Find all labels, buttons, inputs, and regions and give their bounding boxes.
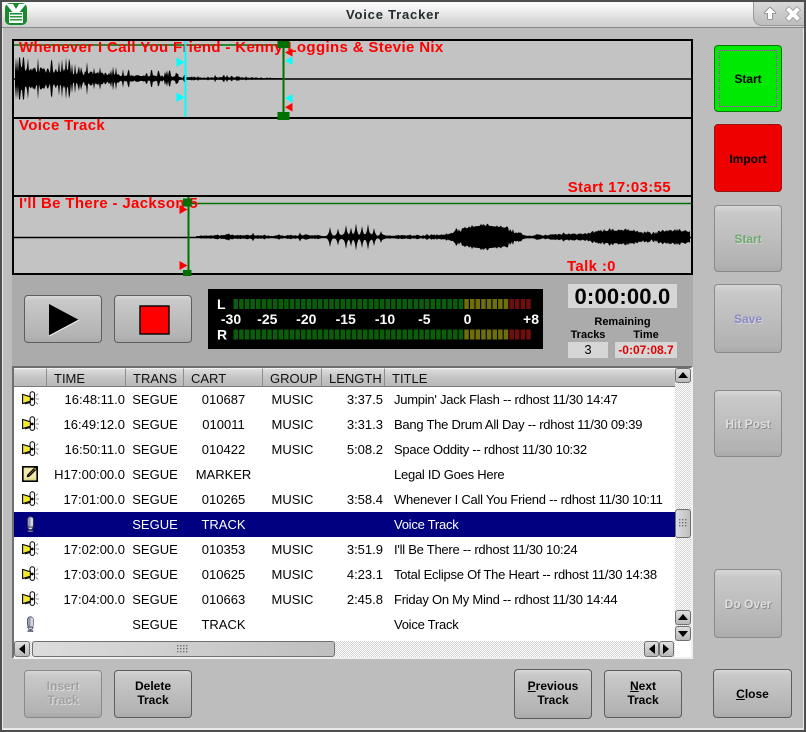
svg-text:L: L bbox=[217, 296, 226, 312]
svg-text:-20: -20 bbox=[296, 311, 316, 327]
svg-text:R: R bbox=[217, 327, 227, 343]
svg-text:-5: -5 bbox=[418, 311, 431, 327]
svg-text:-10: -10 bbox=[375, 311, 395, 327]
svg-text:-15: -15 bbox=[336, 311, 356, 327]
svg-text:+8: +8 bbox=[523, 311, 539, 327]
svg-text:-25: -25 bbox=[257, 311, 277, 327]
svg-text:0: 0 bbox=[464, 311, 472, 327]
svg-text:-30: -30 bbox=[221, 311, 241, 327]
